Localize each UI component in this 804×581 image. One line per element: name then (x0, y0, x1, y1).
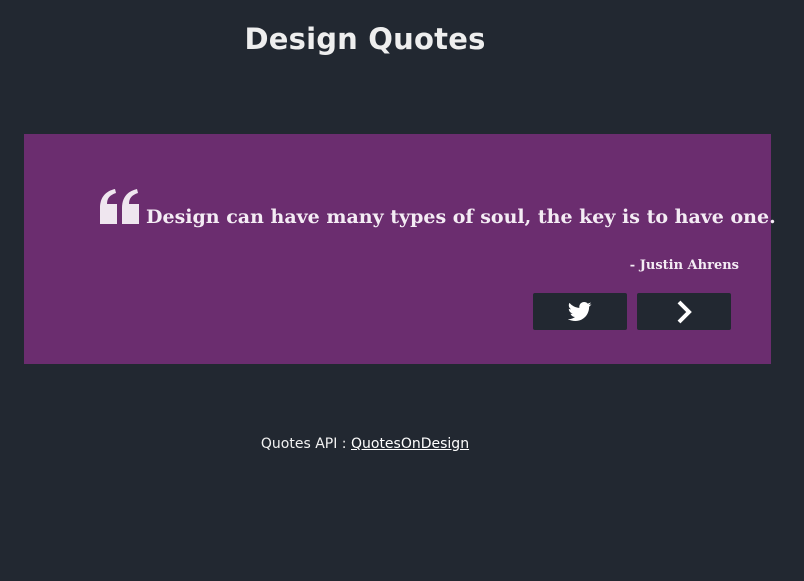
quote-left-icon (98, 188, 142, 228)
footer: Quotes API : QuotesOnDesign (0, 436, 730, 452)
next-quote-button[interactable] (637, 293, 731, 330)
quote-author: - Justin Ahrens (629, 258, 739, 273)
quotes-api-link[interactable]: QuotesOnDesign (351, 436, 469, 452)
quote-text: Design can have many types of soul, the … (146, 206, 776, 228)
chevron-right-icon (675, 300, 693, 324)
quote-card: Design can have many types of soul, the … (24, 134, 776, 364)
quote-row: Design can have many types of soul, the … (98, 188, 776, 229)
footer-label: Quotes API : (260, 436, 351, 452)
tweet-button[interactable] (533, 293, 627, 330)
twitter-icon (568, 301, 592, 322)
page-title: Design Quotes (244, 22, 486, 56)
